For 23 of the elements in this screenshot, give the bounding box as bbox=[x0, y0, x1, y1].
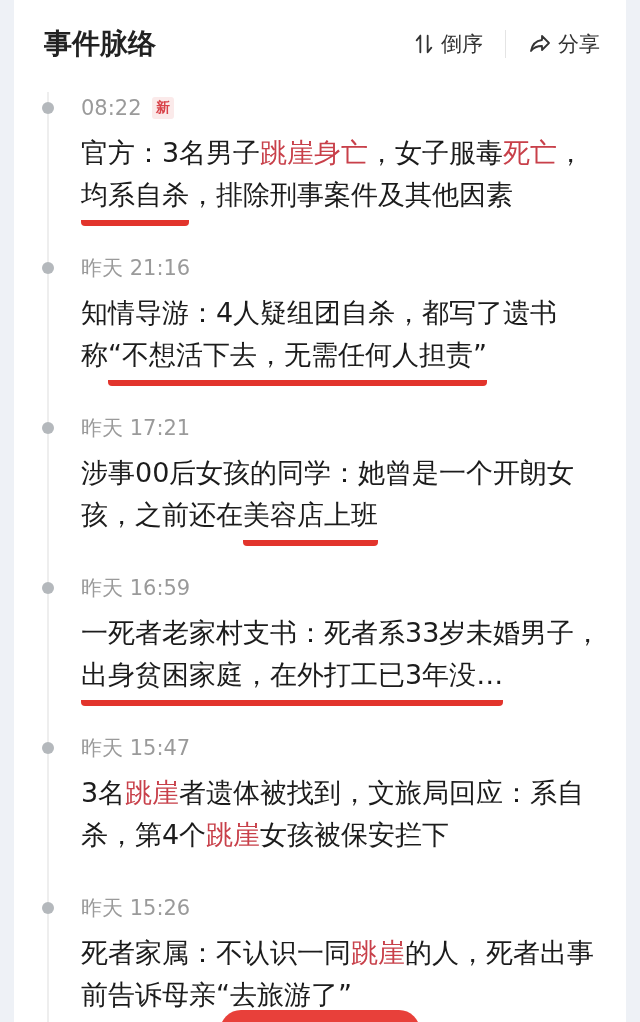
event-headline[interactable]: 涉事00后女孩的同学：她曾是一个开朗女孩，之前还在美容店上班 bbox=[81, 444, 606, 570]
event-time: 昨天 16:59 bbox=[81, 575, 191, 602]
event-headline[interactable]: 一死者老家村支书：死者系33岁未婚男子， 出身贫困家庭，在外打工已3年没… bbox=[81, 604, 606, 730]
event-time: 昨天 17:21 bbox=[81, 415, 191, 442]
sort-button[interactable]: 倒序 bbox=[413, 30, 483, 58]
new-badge: 新 bbox=[151, 97, 174, 119]
sort-icon bbox=[413, 33, 435, 55]
event-headline[interactable]: 死者家属：不认识一同跳崖的人，死者出事前告诉母亲“去旅游了” bbox=[81, 924, 606, 1022]
event-headline[interactable]: 知情导游：4人疑组团自杀，都写了遗书称“不想活下去，无需任何人担责” bbox=[81, 284, 606, 410]
timeline-dot bbox=[42, 902, 54, 914]
event-time: 08:22 bbox=[81, 96, 142, 120]
timeline-dot bbox=[42, 742, 54, 754]
share-button[interactable]: 分享 bbox=[528, 30, 600, 58]
event-time: 昨天 21:16 bbox=[81, 255, 191, 282]
timeline-dot bbox=[42, 262, 54, 274]
event-headline[interactable]: 3名跳崖者遗体被找到，文旅局回应：系自杀，第4个跳崖女孩被保安拦下 bbox=[81, 764, 606, 890]
timeline-dot bbox=[42, 102, 54, 114]
section-title: 事件脉络 bbox=[44, 26, 156, 62]
timeline-dot bbox=[42, 582, 54, 594]
timeline-dot bbox=[42, 422, 54, 434]
event-time: 昨天 15:47 bbox=[81, 735, 191, 762]
event-headline[interactable]: 官方：3名男子跳崖身亡，女子服毒死亡， 均系自杀，排除刑事案件及其他因素 bbox=[81, 124, 606, 250]
event-time: 昨天 15:26 bbox=[81, 895, 191, 922]
